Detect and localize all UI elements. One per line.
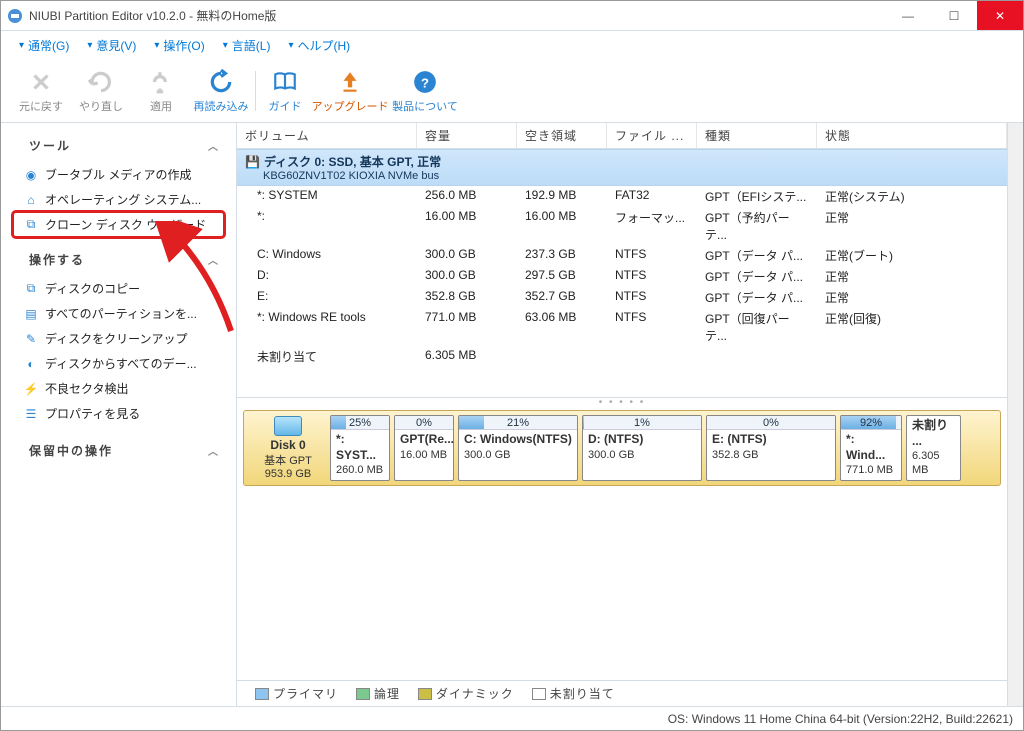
chevron-up-icon: ︿ (208, 252, 220, 267)
erase-icon: ◐ (23, 356, 39, 372)
menu-operations[interactable]: ▾操作(O) (146, 34, 212, 57)
disk-map: Disk 0 基本 GPT 953.9 GB 25%*: SYST...260.… (243, 410, 1001, 486)
partitions-icon: ▤ (23, 306, 39, 322)
undo-button[interactable]: 元に戻す (11, 61, 71, 121)
clone-icon: ⧉ (23, 217, 39, 233)
sidebar-header-ops[interactable]: 操作する ︿ (13, 245, 224, 276)
undo-icon (27, 68, 55, 96)
legend-unallocated: 未割り当て (532, 685, 615, 702)
menubar: ▾通常(G) ▾意見(V) ▾操作(O) ▾言語(L) ▾ヘルプ(H) (1, 31, 1023, 59)
menu-normal[interactable]: ▾通常(G) (11, 34, 77, 57)
volume-table: ボリューム 容量 空き領域 ファイル ... 種類 状態 💾ディスク 0: SS… (237, 123, 1007, 398)
apply-button[interactable]: 適用 (131, 61, 191, 121)
sidebar-item-os[interactable]: ⌂ オペレーティング システム... (13, 187, 224, 212)
sidebar-item-bootable-media[interactable]: ◉ ブータブル メディアの作成 (13, 162, 224, 187)
scan-icon: ⚡ (23, 381, 39, 397)
sidebar: ツール ︿ ◉ ブータブル メディアの作成 ⌂ オペレーティング システム...… (1, 123, 237, 706)
guide-button[interactable]: ガイド (260, 61, 310, 121)
legend-dynamic: ダイナミック (418, 685, 514, 702)
window-title: NIUBI Partition Editor v10.2.0 - 無料のHome… (29, 7, 885, 24)
window-controls: — ☐ ✕ (885, 1, 1023, 30)
reload-button[interactable]: 再読み込み (191, 61, 251, 121)
properties-icon: ☰ (23, 406, 39, 422)
col-free[interactable]: 空き領域 (517, 123, 607, 148)
about-button[interactable]: ? 製品について (390, 61, 460, 121)
os-info: OS: Windows 11 Home China 64-bit (Versio… (668, 712, 1013, 726)
os-icon: ⌂ (23, 192, 39, 208)
reload-icon (207, 68, 235, 96)
disk-drive-icon (274, 416, 302, 436)
partition-box[interactable]: 未割り ...6.305 MB (906, 415, 961, 481)
sidebar-item-clone-disk-wizard[interactable]: ⧉ クローン ディスク ウィザード (13, 212, 224, 237)
sidebar-item-copy-disk[interactable]: ⧉ディスクのコピー (13, 276, 224, 301)
upgrade-icon (336, 68, 364, 96)
menu-help[interactable]: ▾ヘルプ(H) (280, 34, 358, 57)
sidebar-item-properties[interactable]: ☰プロパティを見る (13, 401, 224, 426)
upgrade-button[interactable]: アップグレード (310, 61, 390, 121)
chevron-up-icon: ︿ (208, 138, 220, 153)
col-status[interactable]: 状態 (817, 123, 1007, 148)
copy-icon: ⧉ (23, 281, 39, 297)
sidebar-header-pending[interactable]: 保留中の操作 ︿ (13, 436, 224, 467)
cleanup-icon: ✎ (23, 331, 39, 347)
volume-row[interactable]: *: Windows RE tools771.0 MB63.06 MBNTFSG… (237, 308, 1007, 346)
disc-icon: ◉ (23, 167, 39, 183)
menu-view[interactable]: ▾意見(V) (79, 34, 144, 57)
minimize-button[interactable]: — (885, 1, 931, 30)
disk-map-area: Disk 0 基本 GPT 953.9 GB 25%*: SYST...260.… (237, 406, 1007, 490)
partition-box[interactable]: 92%*: Wind...771.0 MB (840, 415, 902, 481)
apply-icon (147, 68, 175, 96)
sidebar-item-wipe-disk[interactable]: ◐ディスクからすべてのデー... (13, 351, 224, 376)
sidebar-header-tools[interactable]: ツール ︿ (13, 131, 224, 162)
toolbar-separator (255, 71, 256, 111)
volume-row[interactable]: C: Windows300.0 GB237.3 GBNTFSGPT（データ パ.… (237, 245, 1007, 266)
maximize-button[interactable]: ☐ (931, 1, 977, 30)
partition-box[interactable]: 25%*: SYST...260.0 MB (330, 415, 390, 481)
chevron-up-icon: ︿ (208, 443, 220, 458)
content-area: ボリューム 容量 空き領域 ファイル ... 種類 状態 💾ディスク 0: SS… (237, 123, 1023, 706)
redo-button[interactable]: やり直し (71, 61, 131, 121)
splitter-handle[interactable]: • • • • • (237, 398, 1007, 406)
legend-logical: 論理 (356, 685, 400, 702)
volume-row[interactable]: *:16.00 MB16.00 MBフォーマッ...GPT（予約パーテ...正常 (237, 207, 1007, 245)
col-filesystem[interactable]: ファイル ... (607, 123, 697, 148)
volume-row[interactable]: E:352.8 GB352.7 GBNTFSGPT（データ パ...正常 (237, 287, 1007, 308)
redo-icon (87, 68, 115, 96)
guide-icon (271, 68, 299, 96)
col-volume[interactable]: ボリューム (237, 123, 417, 148)
partition-box[interactable]: 21%C: Windows(NTFS)300.0 GB (458, 415, 578, 481)
titlebar: NIUBI Partition Editor v10.2.0 - 無料のHome… (1, 1, 1023, 31)
vertical-scrollbar[interactable] (1007, 123, 1023, 706)
col-capacity[interactable]: 容量 (417, 123, 517, 148)
legend-primary: プライマリ (255, 685, 338, 702)
disk-header-row[interactable]: 💾ディスク 0: SSD, 基本 GPT, 正常 KBG60ZNV1T02 KI… (237, 149, 1007, 186)
toolbar: 元に戻す やり直し 適用 再読み込み ガイド アップグレード ? 製品について (1, 59, 1023, 123)
svg-text:?: ? (421, 75, 429, 90)
about-icon: ? (411, 68, 439, 96)
disk-icon: 💾 (245, 155, 260, 169)
menu-language[interactable]: ▾言語(L) (215, 34, 279, 57)
partition-box[interactable]: 0%E: (NTFS)352.8 GB (706, 415, 836, 481)
partition-box[interactable]: 0%GPT(Re...16.00 MB (394, 415, 454, 481)
app-icon (7, 8, 23, 24)
volume-row[interactable]: *: SYSTEM256.0 MB192.9 MBFAT32GPT（EFIシステ… (237, 186, 1007, 207)
legend: プライマリ 論理 ダイナミック 未割り当て (237, 680, 1007, 706)
volume-row[interactable]: D:300.0 GB297.5 GBNTFSGPT（データ パ...正常 (237, 266, 1007, 287)
sidebar-item-bad-sector[interactable]: ⚡不良セクタ検出 (13, 376, 224, 401)
statusbar: OS: Windows 11 Home China 64-bit (Versio… (1, 706, 1023, 730)
sidebar-item-cleanup-disk[interactable]: ✎ディスクをクリーンアップ (13, 326, 224, 351)
col-type[interactable]: 種類 (697, 123, 817, 148)
close-button[interactable]: ✕ (977, 1, 1023, 30)
volume-row[interactable]: 未割り当て6.305 MB (237, 346, 1007, 367)
disk-map-header[interactable]: Disk 0 基本 GPT 953.9 GB (248, 415, 328, 481)
column-headers: ボリューム 容量 空き領域 ファイル ... 種類 状態 (237, 123, 1007, 149)
sidebar-item-all-partitions[interactable]: ▤すべてのパーティションを... (13, 301, 224, 326)
partition-box[interactable]: 1%D: (NTFS)300.0 GB (582, 415, 702, 481)
